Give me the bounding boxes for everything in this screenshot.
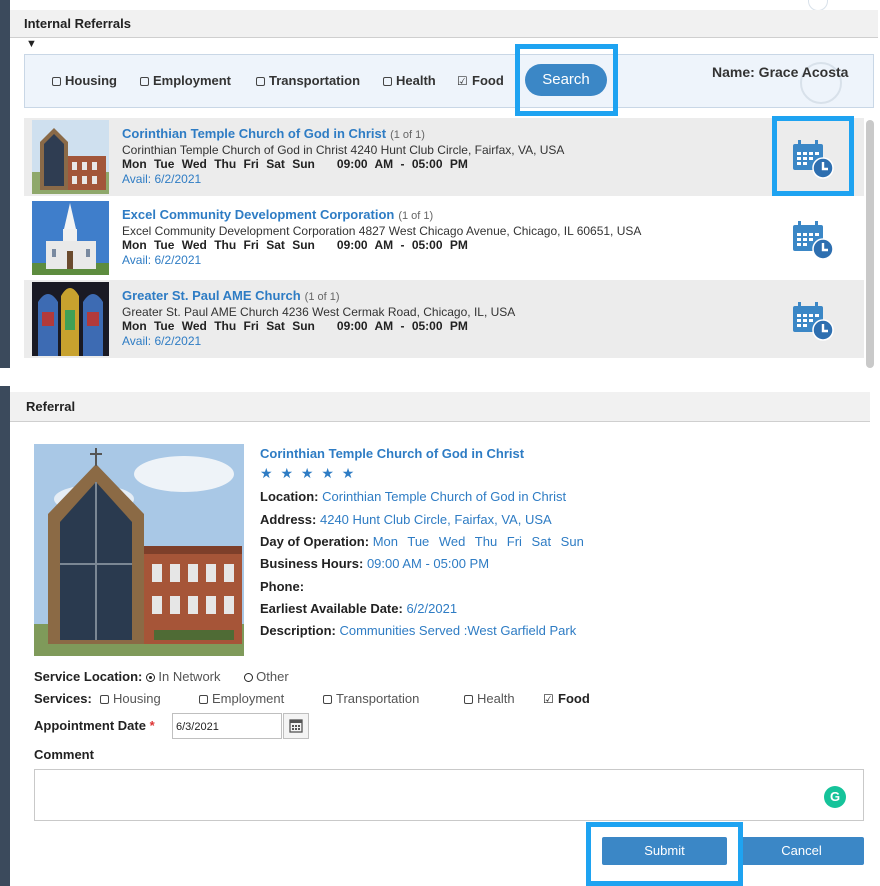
stained-glass-thumbnail <box>32 282 109 356</box>
filter-food[interactable]: ☑ Food <box>457 73 504 88</box>
result-hours: Mon Tue Wed Thu Fri Sat Sun 09:00 AM - 0… <box>122 319 468 333</box>
location-photo <box>34 444 244 656</box>
comment-textarea[interactable] <box>34 769 864 821</box>
internal-referrals-header: Internal Referrals <box>10 10 878 38</box>
result-title[interactable]: Excel Community Development Corporation(… <box>122 207 433 222</box>
result-row[interactable]: Excel Community Development Corporation(… <box>24 199 864 277</box>
checkbox-icon[interactable] <box>140 77 149 86</box>
radio-icon[interactable] <box>244 673 254 682</box>
checkbox-icon[interactable] <box>323 695 332 704</box>
checked-checkbox-icon[interactable]: ☑ <box>543 692 554 706</box>
calendar-icon <box>289 719 303 733</box>
results-scrollbar[interactable] <box>866 120 874 368</box>
calendar-picker-button[interactable] <box>283 713 309 739</box>
location-row: Location: Corinthian Temple Church of Go… <box>260 489 567 504</box>
left-edge-bar <box>0 0 10 368</box>
result-avail: Avail: 6/2/2021 <box>122 253 202 267</box>
collapse-caret-icon[interactable]: ▼ <box>26 38 37 50</box>
phone-row: Phone: <box>260 579 305 594</box>
address-row: Address: 4240 Hunt Club Circle, Fairfax,… <box>260 512 552 527</box>
days-row: Day of Operation: Mon Tue Wed Thu Fri Sa… <box>260 534 584 549</box>
search-highlight-frame <box>515 44 618 116</box>
filter-transportation[interactable]: Transportation <box>256 73 360 88</box>
checkbox-icon[interactable] <box>464 695 473 704</box>
service-employment[interactable]: Employment <box>199 691 284 706</box>
church-thumbnail <box>32 120 109 194</box>
checkbox-icon[interactable] <box>199 695 208 704</box>
result-address: Excel Community Development Corporation … <box>122 224 642 238</box>
other-option[interactable]: Other <box>256 669 289 684</box>
grammarly-icon[interactable]: G <box>824 786 846 808</box>
appointment-date-label: Appointment Date * <box>34 718 155 733</box>
result-title[interactable]: Greater St. Paul AME Church (1 of 1) <box>122 288 340 303</box>
result-row[interactable]: Greater St. Paul AME Church (1 of 1) Grea… <box>24 280 864 358</box>
result-hours: Mon Tue Wed Thu Fri Sat Sun 09:00 AM - 0… <box>122 238 468 252</box>
result-address: Corinthian Temple Church of God in Chris… <box>122 143 565 157</box>
location-title[interactable]: Corinthian Temple Church of God in Chris… <box>260 446 524 461</box>
church-thumbnail <box>32 201 109 275</box>
checkbox-icon[interactable] <box>256 77 265 86</box>
results-list: Corinthian Temple Church of God in Chris… <box>24 118 872 368</box>
checkbox-icon[interactable] <box>100 695 109 704</box>
rating-stars: ★ ★ ★ ★ ★ <box>260 465 357 481</box>
client-name-label: Name: Grace Acosta <box>712 64 849 80</box>
description-row: Description: Communities Served :West Ga… <box>260 623 577 638</box>
checkbox-icon[interactable] <box>52 77 61 86</box>
left-edge-bar <box>0 386 10 886</box>
radio-selected-icon[interactable] <box>146 673 156 682</box>
result-row[interactable]: Corinthian Temple Church of God in Chris… <box>24 118 864 196</box>
calendar-highlight-frame <box>772 116 854 196</box>
appointment-date-input[interactable]: 6/3/2021 <box>172 713 282 739</box>
filter-employment[interactable]: Employment <box>140 73 231 88</box>
service-housing[interactable]: Housing <box>100 691 161 706</box>
referral-header: Referral <box>10 392 870 422</box>
in-network-option[interactable]: In Network <box>158 669 220 684</box>
result-title[interactable]: Corinthian Temple Church of God in Chris… <box>122 126 425 141</box>
earliest-date-row: Earliest Available Date: 6/2/2021 <box>260 601 458 616</box>
result-address: Greater St. Paul AME Church 4236 West Ce… <box>122 305 516 319</box>
cancel-button[interactable]: Cancel <box>739 837 864 865</box>
schedule-calendar-icon[interactable] <box>789 219 835 261</box>
result-hours: Mon Tue Wed Thu Fri Sat Sun 09:00 AM - 0… <box>122 157 468 171</box>
result-avail: Avail: 6/2/2021 <box>122 172 202 186</box>
service-health[interactable]: Health <box>464 691 515 706</box>
comment-label: Comment <box>34 747 94 762</box>
schedule-calendar-icon[interactable] <box>789 300 835 342</box>
service-location-row: Service Location: In Network Other <box>34 669 289 684</box>
submit-highlight-frame <box>586 822 743 886</box>
checkbox-icon[interactable] <box>383 77 392 86</box>
services-label: Services: <box>34 691 92 706</box>
result-avail: Avail: 6/2/2021 <box>122 334 202 348</box>
service-food[interactable]: ☑ Food <box>543 691 590 706</box>
hours-row: Business Hours: 09:00 AM - 05:00 PM <box>260 556 490 571</box>
service-transportation[interactable]: Transportation <box>323 691 419 706</box>
checked-checkbox-icon[interactable]: ☑ <box>457 74 468 88</box>
filter-health[interactable]: Health <box>383 73 436 88</box>
filter-housing[interactable]: Housing <box>52 73 117 88</box>
